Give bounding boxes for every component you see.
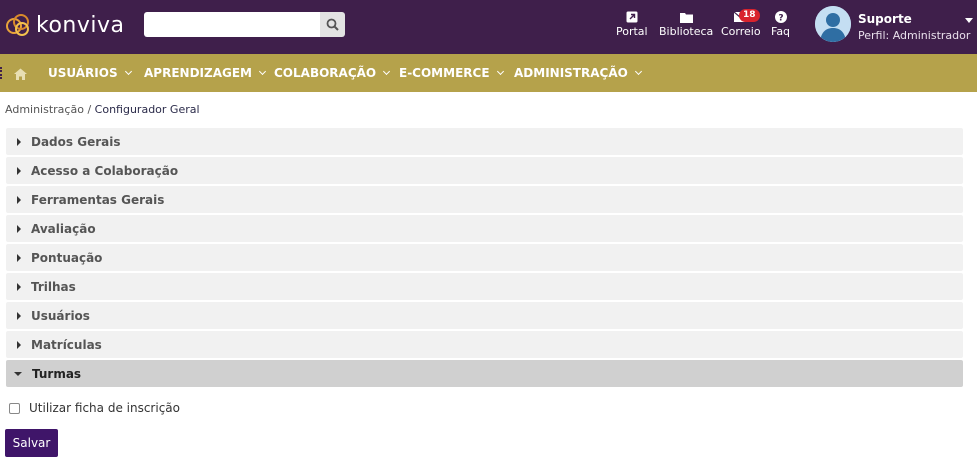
section-matriculas[interactable]: Matrículas	[6, 331, 963, 358]
question-icon: ?	[774, 11, 787, 24]
user-name: Suporte	[858, 12, 912, 26]
section-label: Avaliação	[31, 221, 96, 236]
external-link-icon	[626, 11, 638, 23]
caret-right-icon	[17, 137, 21, 146]
top-bar: konviva Portal Biblioteca 18 Correio ? F…	[0, 0, 977, 54]
section-label: Matrículas	[31, 337, 102, 352]
main-nav: USUÁRIOS APRENDIZAGEM COLABORAÇÃO E-COMM…	[0, 54, 977, 92]
home-icon[interactable]	[14, 65, 27, 84]
nav-usuarios-label: USUÁRIOS	[48, 66, 118, 80]
section-label: Ferramentas Gerais	[31, 192, 165, 207]
section-label: Trilhas	[31, 279, 76, 294]
correio-link[interactable]: 18 Correio	[721, 9, 761, 38]
chevron-down-icon	[383, 67, 391, 76]
faq-label: Faq	[771, 25, 791, 38]
section-label: Acesso a Colaboração	[31, 163, 179, 178]
nav-administracao-label: ADMINISTRAÇÃO	[514, 66, 628, 80]
mail-count-badge: 18	[739, 9, 760, 22]
nav-aprendizagem-label: APRENDIZAGEM	[144, 66, 252, 80]
konviva-logo[interactable]: konviva	[5, 10, 125, 40]
save-button[interactable]: Salvar	[5, 429, 58, 457]
section-avaliacao[interactable]: Avaliação	[6, 215, 963, 242]
breadcrumb-parent[interactable]: Administração	[5, 103, 84, 116]
caret-right-icon	[17, 195, 21, 204]
caret-right-icon	[17, 340, 21, 349]
search-button[interactable]	[320, 12, 345, 37]
search-box	[144, 12, 345, 37]
nav-administracao[interactable]: ADMINISTRAÇÃO	[514, 66, 642, 80]
nav-colaboracao-label: COLABORAÇÃO	[274, 66, 377, 80]
folder-icon	[679, 12, 693, 23]
section-acesso-colaboracao[interactable]: Acesso a Colaboração	[6, 157, 963, 184]
biblioteca-label: Biblioteca	[659, 25, 714, 38]
ficha-inscricao-label[interactable]: Utilizar ficha de inscrição	[29, 401, 180, 415]
caret-right-icon	[17, 253, 21, 262]
search-input[interactable]	[144, 12, 320, 37]
breadcrumb: Administração / Configurador Geral	[5, 103, 200, 116]
biblioteca-link[interactable]: Biblioteca	[659, 10, 713, 38]
chevron-down-icon	[258, 67, 267, 76]
correio-label: Correio	[721, 25, 761, 38]
section-label: Dados Gerais	[31, 134, 121, 149]
avatar	[815, 6, 851, 42]
nav-usuarios[interactable]: USUÁRIOS	[48, 66, 132, 80]
ficha-inscricao-checkbox[interactable]	[9, 402, 20, 414]
caret-right-icon	[17, 166, 21, 175]
nav-ecommerce[interactable]: E-COMMERCE	[399, 66, 504, 80]
faq-link[interactable]: ? Faq	[771, 10, 790, 38]
search-icon	[326, 18, 339, 31]
nav-colaboracao[interactable]: COLABORAÇÃO	[274, 66, 391, 80]
nav-aprendizagem[interactable]: APRENDIZAGEM	[144, 66, 267, 80]
breadcrumb-separator: /	[87, 103, 92, 116]
user-avatar-icon	[815, 6, 851, 42]
section-label: Pontuação	[31, 250, 103, 265]
menu-toggle-handle[interactable]	[0, 67, 3, 79]
svg-text:?: ?	[778, 14, 783, 24]
konviva-rings-icon	[6, 14, 29, 36]
user-role: Perfil: Administrador	[858, 29, 971, 42]
breadcrumb-current: Configurador Geral	[94, 103, 200, 116]
caret-down-icon[interactable]	[965, 18, 973, 23]
caret-right-icon	[17, 282, 21, 291]
chevron-down-icon	[496, 67, 504, 76]
caret-right-icon	[17, 311, 21, 320]
caret-down-icon	[14, 371, 22, 376]
section-dados-gerais[interactable]: Dados Gerais	[6, 128, 963, 155]
section-label: Turmas	[32, 366, 82, 381]
section-turmas[interactable]: Turmas	[6, 360, 963, 387]
nav-ecommerce-label: E-COMMERCE	[399, 66, 490, 80]
chevron-down-icon	[634, 67, 642, 76]
section-ferramentas-gerais[interactable]: Ferramentas Gerais	[6, 186, 963, 213]
section-usuarios[interactable]: Usuários	[6, 302, 963, 329]
caret-right-icon	[17, 224, 21, 233]
section-trilhas[interactable]: Trilhas	[6, 273, 963, 300]
chevron-down-icon	[124, 67, 132, 76]
portal-link[interactable]: Portal	[616, 10, 648, 38]
user-menu[interactable]: Suporte Perfil: Administrador	[815, 6, 975, 44]
ficha-inscricao-row: Utilizar ficha de inscrição	[9, 401, 180, 415]
portal-label: Portal	[616, 25, 648, 38]
logo-text: konviva	[36, 12, 125, 38]
section-pontuacao[interactable]: Pontuação	[6, 244, 963, 271]
section-label: Usuários	[31, 308, 90, 323]
